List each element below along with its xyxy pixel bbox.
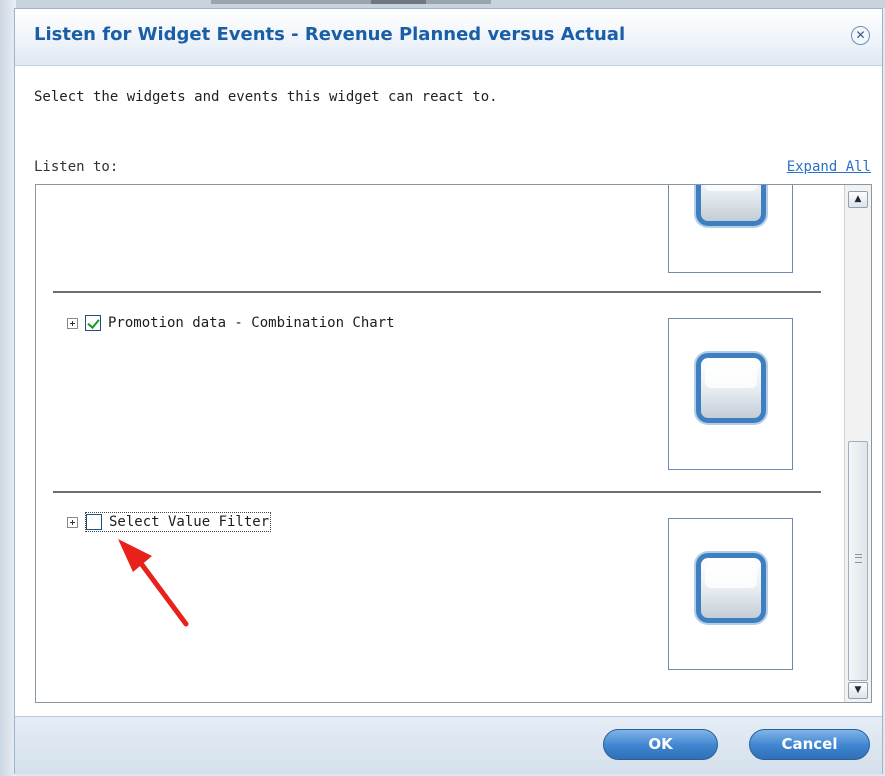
widget-list: Promotion data - Combination Chart Selec… [35,184,872,703]
widget-preview-thumbnail [668,518,793,670]
widget-list-content: Promotion data - Combination Chart Selec… [36,185,844,702]
background-toolbar [16,0,885,8]
row-divider [53,291,821,293]
cancel-button[interactable]: Cancel [749,729,870,760]
grip-icon [855,554,862,563]
scroll-up-arrow-icon[interactable]: ▲ [848,191,868,208]
widget-preview-thumbnail [668,318,793,470]
expand-all-link[interactable]: Expand All [787,159,871,175]
widget-label: Promotion data - Combination Chart [108,315,395,331]
instructions-text: Select the widgets and events this widge… [34,89,498,105]
dialog-footer: OK Cancel [15,716,882,774]
expand-plus-icon[interactable] [67,516,78,528]
ok-button[interactable]: OK [603,729,718,760]
listen-widget-events-dialog: Listen for Widget Events - Revenue Plann… [14,8,883,774]
focused-item-box: Select Value Filter [85,512,272,532]
background-tab-active [371,0,426,4]
list-scrollbar[interactable]: ▲ ▼ [844,185,871,702]
widget-preview-thumbnail [668,185,793,273]
list-item: Select Value Filter [67,512,272,532]
listen-to-label: Listen to: [34,159,119,175]
widget-thumbnail-icon [696,353,766,423]
scrollbar-thumb[interactable] [848,441,868,681]
widget-label: Select Value Filter [109,514,270,530]
expand-plus-icon[interactable] [67,317,78,329]
widget-checkbox-promotion-data[interactable] [85,315,101,331]
close-icon[interactable]: ✕ [851,26,870,45]
widget-thumbnail-icon [696,553,766,623]
background-tab [211,0,491,4]
dialog-titlebar: Listen for Widget Events - Revenue Plann… [15,9,882,66]
list-item: Promotion data - Combination Chart [67,313,395,333]
widget-checkbox-select-value-filter[interactable] [86,514,102,530]
dialog-title: Listen for Widget Events - Revenue Plann… [34,24,626,45]
scroll-down-arrow-icon[interactable]: ▼ [848,682,868,699]
widget-thumbnail-icon [696,185,766,226]
row-divider [53,491,821,493]
